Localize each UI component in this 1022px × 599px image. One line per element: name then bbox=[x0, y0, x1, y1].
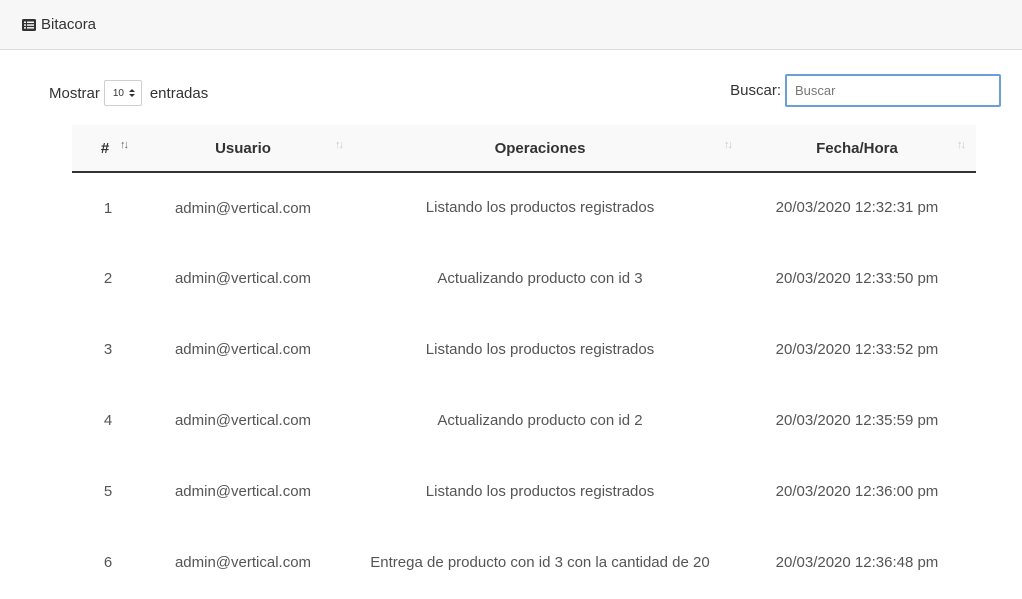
row-datetime: 20/03/2020 12:36:00 pm bbox=[775, 482, 939, 500]
select-arrows-icon bbox=[128, 89, 135, 97]
row-number: 4 bbox=[103, 412, 113, 429]
table-row: 3 admin@vertical.com Listando los produc… bbox=[72, 314, 976, 385]
row-number: 5 bbox=[103, 483, 113, 500]
row-operation: Listando los productos registrados bbox=[425, 199, 655, 216]
row-operation: Actualizando producto con id 3 bbox=[437, 269, 643, 287]
row-datetime: 20/03/2020 12:33:50 pm bbox=[775, 269, 939, 287]
sort-icon: ↑↓ bbox=[957, 139, 966, 151]
table-row: 2 admin@vertical.com Actualizando produc… bbox=[72, 243, 976, 314]
row-datetime: 20/03/2020 12:36:48 pm bbox=[775, 553, 939, 571]
column-header-user[interactable]: Usuario ↑↓ bbox=[144, 125, 344, 172]
log-table: # ↑↓ Usuario ↑↓ Operaciones ↑↓ Fecha/Hor… bbox=[72, 125, 976, 598]
table-row: 6 admin@vertical.com Entrega de producto… bbox=[72, 527, 976, 598]
show-label: Mostrar bbox=[49, 84, 100, 102]
table-row: 4 admin@vertical.com Actualizando produc… bbox=[72, 385, 976, 456]
table-header-row: # ↑↓ Usuario ↑↓ Operaciones ↑↓ Fecha/Hor… bbox=[72, 125, 976, 172]
row-operation: Actualizando producto con id 2 bbox=[437, 411, 643, 429]
row-operation: Entrega de producto con id 3 con la cant… bbox=[370, 553, 710, 571]
sort-icon: ↑↓ bbox=[335, 139, 344, 151]
search-label: Buscar: bbox=[730, 82, 781, 99]
row-user: admin@vertical.com bbox=[174, 199, 312, 217]
row-operation: Listando los productos registrados bbox=[425, 340, 655, 358]
search-control: Buscar: bbox=[730, 74, 1001, 107]
column-header-number[interactable]: # ↑↓ bbox=[72, 125, 144, 172]
row-user: admin@vertical.com bbox=[174, 412, 312, 429]
row-operation: Listando los productos registrados bbox=[425, 482, 655, 500]
row-datetime: 20/03/2020 12:33:52 pm bbox=[775, 340, 939, 358]
sort-icon: ↑↓ bbox=[724, 139, 733, 151]
page-length-value: 10 bbox=[112, 87, 124, 99]
table-row: 5 admin@vertical.com Listando los produc… bbox=[72, 456, 976, 527]
page-length-control: Mostrar 10 entradas bbox=[49, 80, 208, 106]
search-input[interactable] bbox=[785, 74, 1001, 107]
row-number: 1 bbox=[103, 199, 113, 217]
table-row: 1 admin@vertical.com Listando los produc… bbox=[72, 172, 976, 243]
card-header: Bitacora bbox=[0, 0, 1022, 50]
row-user: admin@vertical.com bbox=[174, 483, 312, 500]
page-length-select[interactable]: 10 bbox=[103, 80, 142, 106]
row-datetime: 20/03/2020 12:35:59 pm bbox=[775, 411, 939, 429]
page-title: Bitacora bbox=[41, 16, 97, 33]
row-number: 3 bbox=[103, 341, 113, 358]
row-number: 6 bbox=[103, 554, 113, 571]
row-datetime: 20/03/2020 12:32:31 pm bbox=[775, 199, 939, 216]
row-user: admin@vertical.com bbox=[174, 270, 312, 287]
column-header-datetime[interactable]: Fecha/Hora ↑↓ bbox=[738, 125, 976, 172]
entries-label: entradas bbox=[149, 84, 209, 102]
row-user: admin@vertical.com bbox=[174, 341, 312, 358]
column-header-operations[interactable]: Operaciones ↑↓ bbox=[342, 125, 738, 172]
row-number: 2 bbox=[103, 270, 113, 287]
list-icon bbox=[22, 18, 36, 31]
row-user: admin@vertical.com bbox=[174, 554, 312, 571]
sort-icon: ↑↓ bbox=[120, 139, 129, 151]
